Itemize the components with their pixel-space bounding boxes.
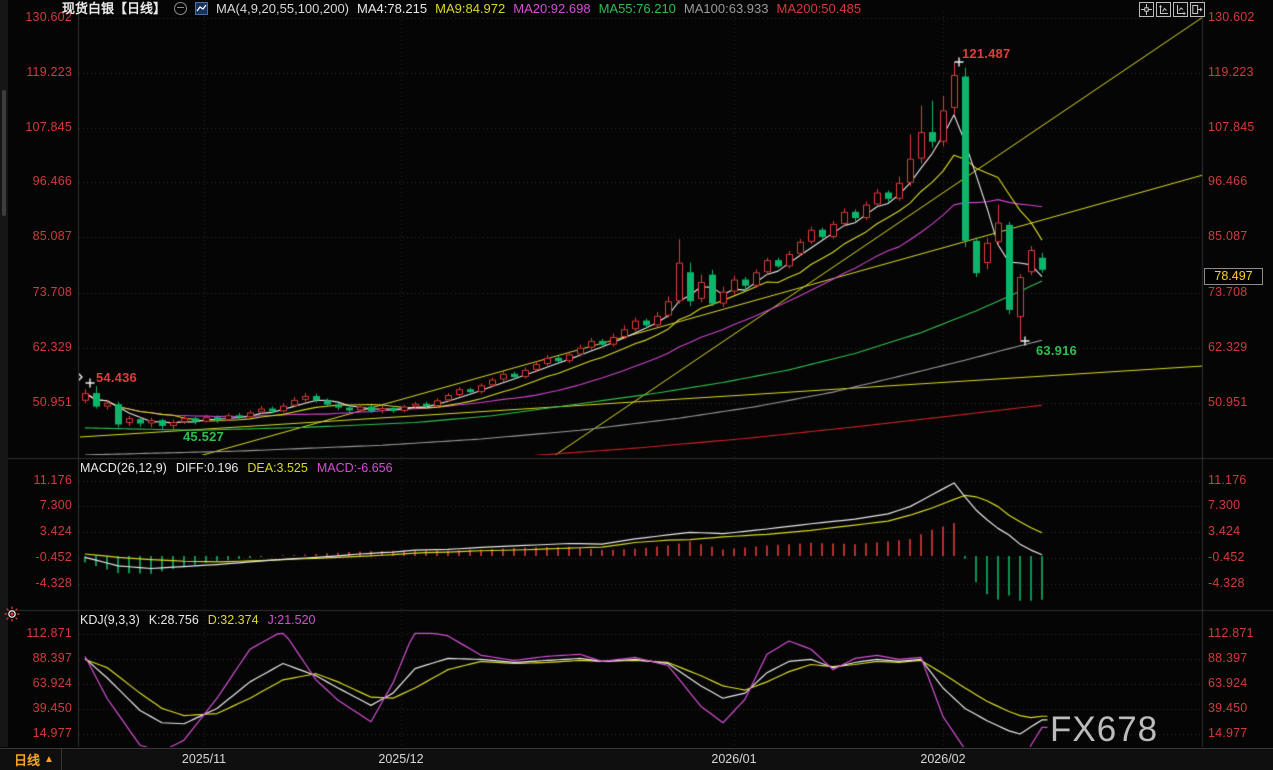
scroll-to-latest-icon[interactable] — [1190, 2, 1205, 17]
price-axis-label: 107.845 — [0, 120, 72, 135]
kdj-axis-label: 14.977 — [0, 726, 72, 741]
kdj-axis-label: 88.397 — [0, 651, 72, 666]
time-axis-bar: 日线 ▲ 2025/11 2025/12 2026/01 2026/02 — [0, 748, 1273, 770]
macd-header-item: MACD:-6.656 — [317, 461, 393, 475]
date-label: 2026/02 — [920, 752, 965, 766]
indicator-settings-icon[interactable] — [4, 606, 20, 627]
ma-settings-label: MA(4,9,20,55,100,200) — [216, 1, 349, 16]
pan-crosshair-icon[interactable] — [1139, 2, 1154, 17]
left-scrollbar — [0, 0, 8, 747]
price-annotation: 63.916 — [1036, 343, 1077, 358]
price-axis-label: 107.845 — [1208, 120, 1270, 135]
chart-type-icon[interactable] — [195, 2, 208, 15]
date-label: 2025/12 — [378, 752, 423, 766]
price-axis-label: 62.329 — [1208, 340, 1270, 355]
price-axis-label: 73.708 — [1208, 285, 1270, 300]
price-axis-label: 96.466 — [0, 174, 72, 189]
macd-header: MACD(26,12,9) DIFF:0.196 DEA:3.525 MACD:-6.… — [80, 461, 393, 475]
period-label: 日线 — [14, 750, 40, 769]
macd-axis-label: -0.452 — [0, 550, 72, 565]
watermark: FX678 — [1050, 710, 1158, 750]
period-selector[interactable]: 日线 ▲ — [0, 749, 62, 770]
price-axis-label: 119.223 — [1208, 65, 1270, 80]
ma-value-label: MA55:76.210 — [599, 1, 676, 16]
macd-axis-label: -4.328 — [0, 576, 72, 591]
date-label: 2026/01 — [711, 752, 756, 766]
price-axis-label: 119.223 — [0, 65, 72, 80]
price-axis-label: 50.951 — [0, 395, 72, 410]
kdj-header: KDJ(9,3,3) K:28.756 D:32.374 J:21.520 — [80, 613, 316, 627]
kdj-axis-label: 14.977 — [1208, 726, 1270, 741]
kdj-header-item: KDJ(9,3,3) — [80, 613, 140, 627]
kdj-header-item: J:21.520 — [268, 613, 316, 627]
kdj-axis-label: 39.450 — [0, 701, 72, 716]
symbol-title: 现货白银【日线】 — [62, 1, 166, 16]
macd-header-item: DEA:3.525 — [247, 461, 307, 475]
macd-axis-label: 11.176 — [1208, 473, 1270, 488]
chart-canvas[interactable] — [0, 0, 1273, 769]
macd-axis-label: -4.328 — [1208, 576, 1270, 591]
kdj-axis-label: 112.871 — [0, 626, 72, 641]
macd-axis-label: -0.452 — [1208, 550, 1270, 565]
macd-axis-label: 7.300 — [0, 498, 72, 513]
price-axis-label: 96.466 — [1208, 174, 1270, 189]
kdj-axis-label: 39.450 — [1208, 701, 1270, 716]
kdj-axis-label: 63.924 — [0, 676, 72, 691]
kdj-header-item: K:28.756 — [149, 613, 199, 627]
ma-value-label: MA20:92.698 — [513, 1, 590, 16]
kdj-header-item: D:32.374 — [208, 613, 259, 627]
ma-value-label: MA9:84.972 — [435, 1, 505, 16]
period-up-arrow-icon: ▲ — [44, 754, 54, 765]
collapse-indicator-icon[interactable] — [174, 2, 187, 15]
macd-header-item: DIFF:0.196 — [176, 461, 239, 475]
macd-header-item: MACD(26,12,9) — [80, 461, 167, 475]
price-axis-label: 73.708 — [0, 285, 72, 300]
date-label: 2025/11 — [182, 752, 226, 766]
ma-value-label: MA100:63.933 — [684, 1, 769, 16]
macd-axis-label: 3.424 — [1208, 524, 1270, 539]
chart-app: 现货白银【日线】 MA(4,9,20,55,100,200) MA4:78.21… — [0, 0, 1273, 769]
price-axis-label: 85.087 — [0, 229, 72, 244]
macd-axis-label: 3.424 — [0, 524, 72, 539]
price-axis-label: 50.951 — [1208, 395, 1270, 410]
kdj-axis-label: 88.397 — [1208, 651, 1270, 666]
price-annotation: 45.527 — [183, 429, 224, 444]
chart-legend: 现货白银【日线】 MA(4,9,20,55,100,200) MA4:78.21… — [62, 1, 861, 16]
price-annotation: 121.487 — [962, 46, 1010, 61]
kdj-axis-label: 63.924 — [1208, 676, 1270, 691]
macd-axis-label: 11.176 — [0, 473, 72, 488]
chart-toolbar — [1139, 2, 1205, 17]
left-scrollbar-thumb[interactable] — [2, 90, 6, 216]
last-price-badge: 78.497 — [1204, 268, 1263, 285]
ma-value-label: MA200:50.485 — [777, 1, 862, 16]
reset-time-axis-icon[interactable] — [1173, 2, 1188, 17]
price-axis-label: 62.329 — [0, 340, 72, 355]
reset-price-axis-icon[interactable] — [1156, 2, 1171, 17]
ma-value-label: MA4:78.215 — [357, 1, 427, 16]
price-axis-label: 130.602 — [1208, 10, 1270, 25]
price-annotation: 54.436 — [96, 370, 137, 385]
price-axis-label: 85.087 — [1208, 229, 1270, 244]
kdj-axis-label: 112.871 — [1208, 626, 1270, 641]
macd-axis-label: 7.300 — [1208, 498, 1270, 513]
ma-values: MA4:78.215 MA9:84.972 MA20:92.698 MA55:76.2… — [357, 1, 861, 16]
